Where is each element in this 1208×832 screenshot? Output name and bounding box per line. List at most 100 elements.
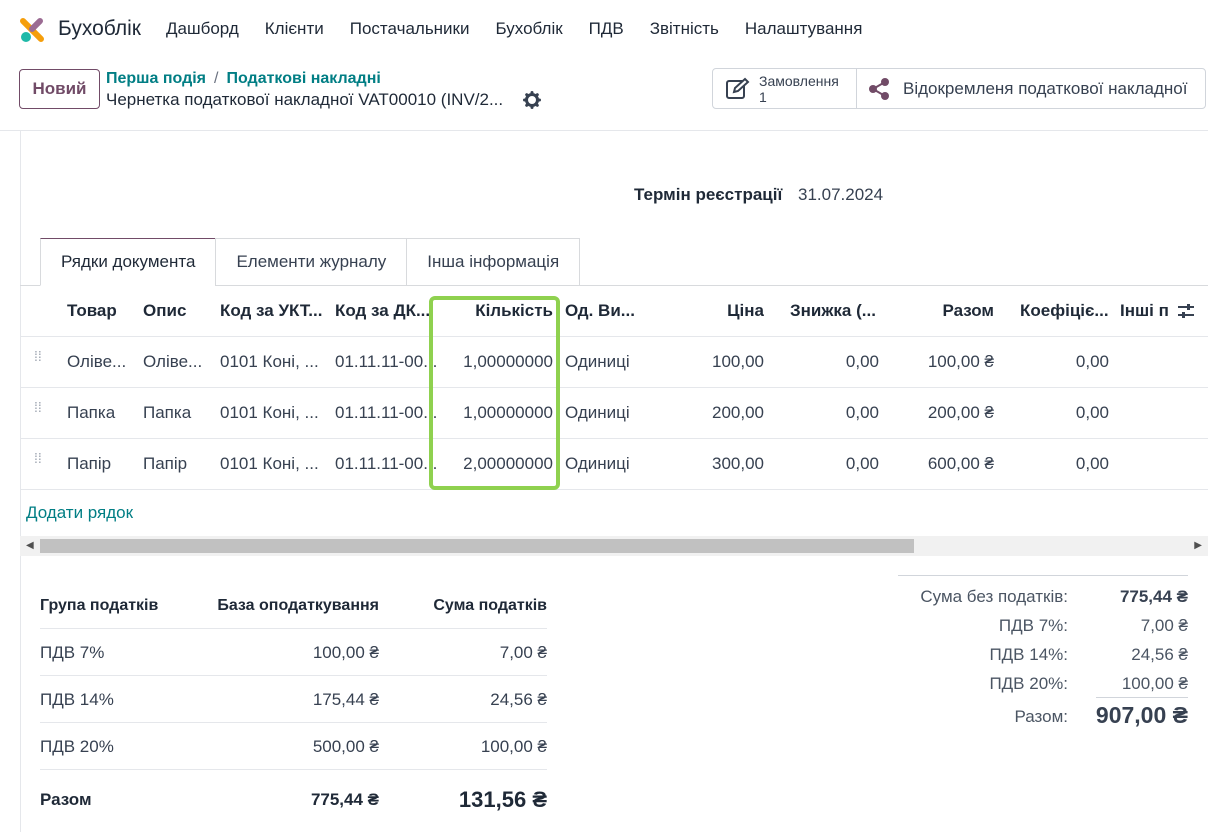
split-invoice-smart-button[interactable]: Відокремленя податкової накладної — [857, 69, 1205, 108]
cell-product[interactable]: Папір — [67, 439, 137, 489]
cell-product[interactable]: Оліве... — [67, 337, 137, 387]
tax-base: 500,00 ₴ — [312, 737, 379, 756]
cell-description[interactable]: Папір — [143, 439, 213, 489]
vat-14-label: ПДВ 14%: — [989, 645, 1068, 664]
grand-total-value: 907,00 ₴ — [1095, 702, 1188, 728]
column-header-other[interactable]: Інші п — [1120, 286, 1168, 336]
column-header-uktzed[interactable]: Код за УКТ... — [220, 286, 328, 336]
tax-header-group: Група податків — [40, 597, 159, 614]
totals-separator — [1096, 697, 1188, 698]
cell-dk-code[interactable]: 01.11.11-00... — [335, 337, 440, 387]
tax-header-base: База оподаткування — [217, 597, 379, 614]
add-line-link[interactable]: Додати рядок — [26, 503, 133, 523]
table-row[interactable]: ⁞⁞ Оліве... Оліве... 0101 Коні, ... 01.1… — [20, 337, 1208, 388]
cell-description[interactable]: Папка — [143, 388, 213, 438]
breadcrumb-first-event[interactable]: Перша подія — [106, 70, 206, 87]
grand-total-row: Разом: 907,00 ₴ — [898, 700, 1188, 736]
menu-item-reporting[interactable]: Звітність — [650, 19, 719, 39]
menu-item-vendors[interactable]: Постачальники — [350, 19, 470, 39]
cell-coefficient[interactable]: 0,00 — [1020, 439, 1109, 489]
share-icon — [869, 77, 889, 100]
cell-uktzed[interactable]: 0101 Коні, ... — [220, 337, 328, 387]
table-row[interactable]: ⁞⁞ Папір Папір 0101 Коні, ... 01.11.11-0… — [20, 439, 1208, 490]
vat-14-value: 24,56 ₴ — [1131, 645, 1188, 664]
tab-journal-items[interactable]: Елементи журналу — [215, 238, 408, 286]
cell-dk-code[interactable]: 01.11.11-00... — [335, 439, 440, 489]
cell-discount[interactable]: 0,00 — [790, 337, 879, 387]
cell-dk-code[interactable]: 01.11.11-00... — [335, 388, 440, 438]
tax-group: ПДВ 14% — [40, 690, 114, 709]
cell-product[interactable]: Папка — [67, 388, 137, 438]
tab-document-lines[interactable]: Рядки документа — [40, 238, 217, 286]
app-name[interactable]: Бухоблік — [58, 17, 141, 41]
quantity-column-highlight — [429, 296, 560, 490]
cell-uom[interactable]: Одиниці — [565, 337, 645, 387]
tax-amount: 100,00 ₴ — [480, 737, 547, 756]
menu-item-vat[interactable]: ПДВ — [589, 19, 624, 39]
vat-14-row: ПДВ 14%: 24,56 ₴ — [898, 634, 1188, 664]
column-header-price[interactable]: Ціна — [670, 286, 764, 336]
notebook-tabs: Рядки документа Елементи журналу Інша ін… — [40, 238, 581, 286]
record-title: Чернетка податкової накладної VAT00010 (… — [106, 90, 504, 109]
cell-coefficient[interactable]: 0,00 — [1020, 388, 1109, 438]
column-header-subtotal[interactable]: Разом — [900, 286, 994, 336]
drag-handle-icon[interactable]: ⁞⁞ — [34, 451, 46, 473]
cell-price[interactable]: 300,00 — [670, 439, 764, 489]
new-button[interactable]: Новий — [19, 69, 100, 109]
scrollbar-thumb[interactable] — [40, 539, 914, 553]
column-header-description[interactable]: Опис — [143, 286, 213, 336]
drag-handle-icon[interactable]: ⁞⁞ — [34, 349, 46, 371]
untaxed-total-row: Сума без податків: 775,44 ₴ — [898, 576, 1188, 606]
drag-handle-icon[interactable]: ⁞⁞ — [34, 400, 46, 422]
cell-subtotal: 100,00 ₴ — [927, 352, 994, 371]
column-header-coefficient[interactable]: Коефіціє... — [1020, 286, 1112, 336]
cell-price[interactable]: 200,00 — [670, 388, 764, 438]
grand-total-label: Разом: — [1014, 707, 1068, 726]
tax-total-row: Разом 775,44 ₴ 131,56 ₴ — [40, 770, 547, 817]
split-invoice-label: Відокремленя податкової накладної — [903, 78, 1188, 98]
cell-subtotal: 200,00 ₴ — [927, 403, 994, 422]
vat-20-row: ПДВ 20%: 100,00 ₴ — [898, 663, 1188, 693]
invoice-totals: Сума без податків: 775,44 ₴ ПДВ 7%: 7,00… — [898, 575, 1188, 728]
horizontal-scrollbar[interactable]: ◀ ▶ — [20, 536, 1208, 556]
cell-subtotal: 600,00 ₴ — [927, 454, 994, 473]
cell-discount[interactable]: 0,00 — [790, 439, 879, 489]
tab-other-info[interactable]: Інша інформація — [406, 238, 581, 286]
cell-uktzed[interactable]: 0101 Коні, ... — [220, 388, 328, 438]
scroll-right-icon[interactable]: ▶ — [1194, 540, 1202, 551]
tax-table-header: Група податків База оподаткування Сума п… — [40, 582, 547, 629]
tax-base: 175,44 ₴ — [312, 690, 379, 709]
tax-group: ПДВ 20% — [40, 737, 114, 756]
cell-discount[interactable]: 0,00 — [790, 388, 879, 438]
cell-coefficient[interactable]: 0,00 — [1020, 337, 1109, 387]
menu-item-settings[interactable]: Налаштування — [745, 19, 863, 39]
cell-price[interactable]: 100,00 — [670, 337, 764, 387]
optional-columns-icon[interactable] — [1176, 302, 1196, 320]
column-header-discount[interactable]: Знижка (... — [790, 286, 885, 336]
menu-item-accounting[interactable]: Бухоблік — [496, 19, 563, 39]
accounting-app-icon[interactable] — [18, 16, 46, 44]
registration-term-value[interactable]: 31.07.2024 — [798, 185, 883, 205]
breadcrumb-separator: / — [214, 70, 219, 87]
table-row[interactable]: ⁞⁞ Папка Папка 0101 Коні, ... 01.11.11-0… — [20, 388, 1208, 439]
cell-description[interactable]: Оліве... — [143, 337, 213, 387]
cell-uom[interactable]: Одиниці — [565, 388, 645, 438]
untaxed-value: 775,44 ₴ — [1119, 587, 1188, 606]
tax-row: ПДВ 7% 100,00 ₴ 7,00 ₴ — [40, 629, 547, 676]
scroll-left-icon[interactable]: ◀ — [26, 540, 34, 551]
tax-amount: 7,00 ₴ — [499, 643, 547, 662]
column-header-dk-code[interactable]: Код за ДК... — [335, 286, 440, 336]
column-header-product[interactable]: Товар — [67, 286, 137, 336]
gear-icon[interactable] — [523, 91, 541, 109]
vat-7-label: ПДВ 7%: — [998, 616, 1068, 635]
tax-amount: 24,56 ₴ — [490, 690, 547, 709]
cell-uktzed[interactable]: 0101 Коні, ... — [220, 439, 328, 489]
menu-item-customers[interactable]: Клієнти — [265, 19, 324, 39]
tax-groups-table: Група податків База оподаткування Сума п… — [40, 582, 547, 817]
invoice-lines-table: Товар Опис Код за УКТ... Код за ДК... Кі… — [20, 286, 1208, 490]
cell-uom[interactable]: Одиниці — [565, 439, 645, 489]
breadcrumb-tax-invoices[interactable]: Податкові накладні — [226, 70, 380, 87]
menu-item-dashboard[interactable]: Дашборд — [166, 19, 239, 39]
column-header-uom[interactable]: Од. Ви... — [565, 286, 645, 336]
orders-smart-button[interactable]: Замовлення 1 — [713, 69, 857, 108]
